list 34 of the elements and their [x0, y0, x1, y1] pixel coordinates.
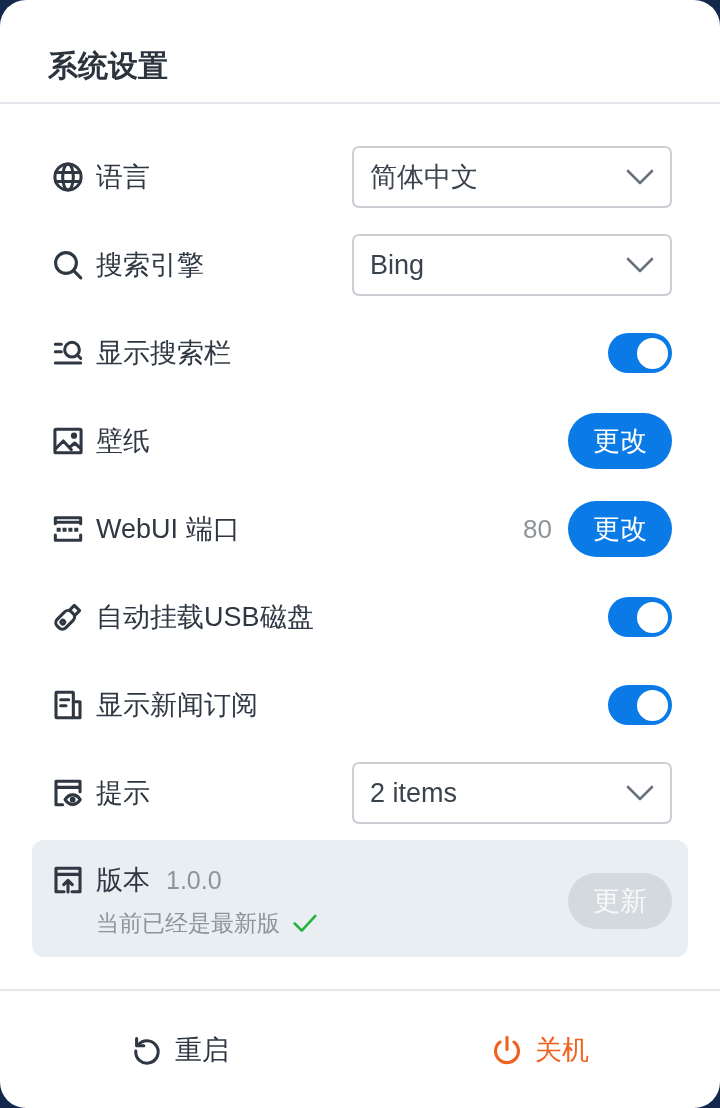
dialog-title: 系统设置: [48, 48, 168, 84]
power-icon: [491, 1033, 523, 1066]
setting-label: 显示搜索栏: [96, 337, 231, 370]
dropdown-select[interactable]: Bing: [352, 234, 672, 296]
setting-label: 提示: [96, 777, 150, 810]
upload-box-icon: [52, 864, 84, 896]
change-button[interactable]: 更改: [568, 413, 672, 469]
image-icon: [52, 425, 84, 457]
update-status: 当前已经是最新版: [96, 909, 280, 938]
restart-button[interactable]: 重启: [131, 1027, 229, 1072]
dropdown-select[interactable]: 2 items: [352, 762, 672, 824]
window-eye-icon: [52, 777, 84, 809]
change-button[interactable]: 更改: [568, 501, 672, 557]
globe-icon: [52, 161, 84, 193]
toggle-switch[interactable]: [608, 597, 672, 637]
newspaper-icon: [52, 689, 84, 721]
setting-label: 自动挂载USB磁盘: [96, 601, 314, 634]
setting-label: 语言: [96, 161, 150, 194]
dropdown-select[interactable]: 简体中文: [352, 146, 672, 208]
version-label: 版本: [96, 864, 150, 897]
frame-icon: [52, 513, 84, 545]
version-number: 1.0.0: [166, 865, 222, 895]
setting-label: WebUI 端口: [96, 513, 240, 546]
chevron-down-icon: [626, 257, 654, 273]
usb-drive-icon: [52, 601, 84, 633]
setting-label: 搜索引擎: [96, 249, 204, 282]
toggle-switch[interactable]: [608, 333, 672, 373]
search-icon: [52, 249, 84, 281]
port-number: 80: [523, 513, 552, 545]
setting-label: 显示新闻订阅: [96, 689, 258, 722]
setting-label: 壁纸: [96, 425, 150, 458]
chevron-down-icon: [626, 785, 654, 801]
toggle-switch[interactable]: [608, 685, 672, 725]
chevron-down-icon: [626, 169, 654, 185]
